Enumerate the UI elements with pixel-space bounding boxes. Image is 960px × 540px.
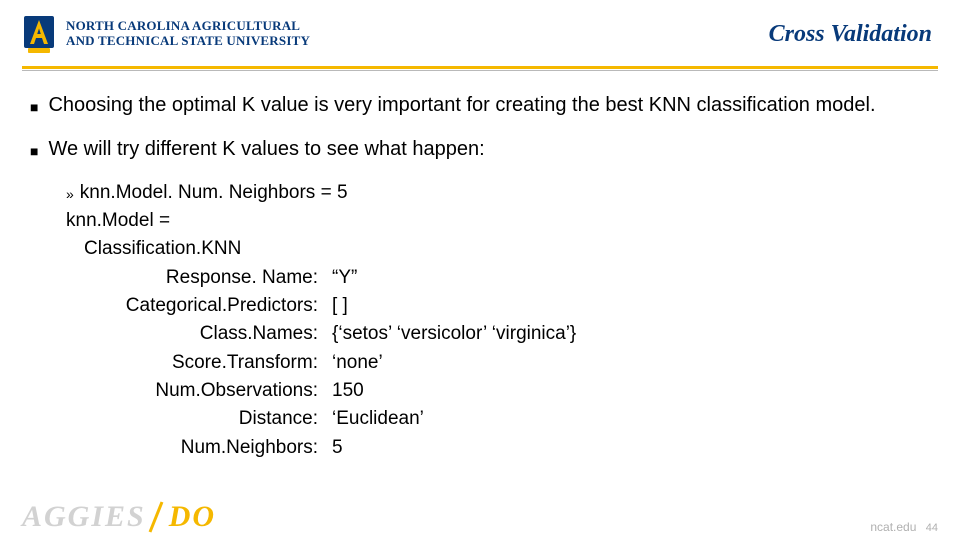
university-name: NORTH CAROLINA AGRICULTURAL AND TECHNICA… — [66, 19, 310, 49]
prop-label: Num.Observations: — [66, 379, 318, 403]
university-lockup: NORTH CAROLINA AGRICULTURAL AND TECHNICA… — [22, 12, 310, 56]
code-command-line: » knn.Model. Num. Neighbors = 5 — [66, 181, 938, 207]
slide-content: ■ Choosing the optimal K value is very i… — [0, 71, 960, 460]
footer-site: ncat.edu — [870, 520, 916, 534]
prop-value: “Y” — [332, 266, 938, 290]
slide-header: NORTH CAROLINA AGRICULTURAL AND TECHNICA… — [0, 0, 960, 62]
prop-value: ‘Euclidean’ — [332, 407, 938, 431]
square-bullet-icon: ■ — [30, 137, 38, 165]
prop-label: Distance: — [66, 407, 318, 431]
slide-footer: AGGIES DO ncat.edu 44 — [22, 500, 938, 534]
prop-label: Class.Names: — [66, 322, 318, 346]
square-bullet-icon: ■ — [30, 93, 38, 121]
prop-value: ‘none’ — [332, 351, 938, 375]
slide-title: Cross Validation — [310, 21, 938, 48]
slash-icon — [146, 500, 166, 534]
prop-label: Num.Neighbors: — [66, 436, 318, 460]
watermark-left: AGGIES — [22, 500, 146, 534]
slide: NORTH CAROLINA AGRICULTURAL AND TECHNICA… — [0, 0, 960, 540]
aggie-logo-icon — [22, 12, 56, 56]
university-name-line2: AND TECHNICAL STATE UNIVERSITY — [66, 34, 310, 49]
watermark-right: DO — [169, 500, 216, 534]
prop-label: Response. Name: — [66, 266, 318, 290]
prop-value: 5 — [332, 436, 938, 460]
page-number: 44 — [926, 522, 938, 534]
code-block: » knn.Model. Num. Neighbors = 5 knn.Mode… — [30, 181, 938, 460]
code-object-header: knn.Model = — [66, 209, 938, 233]
chevron-bullet-icon: » — [66, 181, 74, 207]
bullet-text: Choosing the optimal K value is very imp… — [48, 93, 938, 121]
university-name-line1: NORTH CAROLINA AGRICULTURAL — [66, 19, 310, 34]
prop-value: 150 — [332, 379, 938, 403]
prop-label: Score.Transform: — [66, 351, 318, 375]
divider-gold — [22, 66, 938, 69]
code-class-name: Classification.KNN — [66, 237, 938, 261]
aggies-watermark: AGGIES DO — [22, 500, 216, 534]
prop-value: [ ] — [332, 294, 938, 318]
bullet-text: We will try different K values to see wh… — [48, 137, 938, 165]
prop-value: {‘setos’ ‘versicolor’ ‘virginica’} — [332, 322, 938, 346]
bullet-item: ■ We will try different K values to see … — [30, 137, 938, 165]
prop-label: Categorical.Predictors: — [66, 294, 318, 318]
code-command: knn.Model. Num. Neighbors = 5 — [80, 181, 348, 207]
property-list: Response. Name: “Y” Categorical.Predicto… — [66, 266, 938, 460]
footer-right: ncat.edu 44 — [870, 520, 938, 534]
bullet-item: ■ Choosing the optimal K value is very i… — [30, 93, 938, 121]
